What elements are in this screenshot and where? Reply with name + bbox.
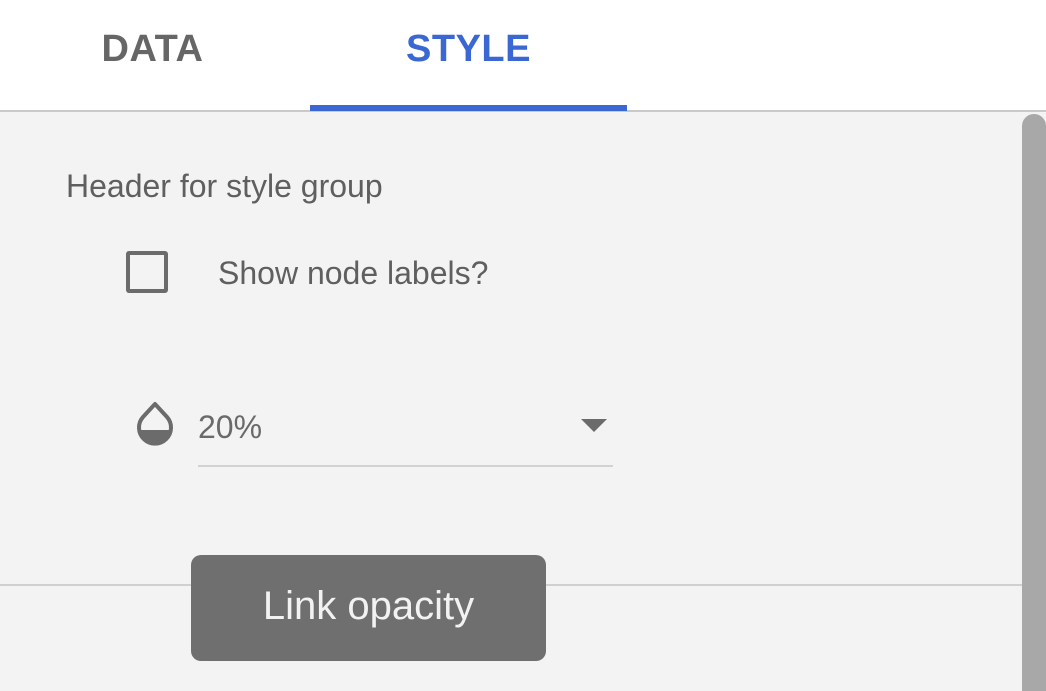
show-node-labels-label[interactable]: Show node labels? — [218, 255, 488, 292]
tab-style-label: STYLE — [406, 27, 531, 70]
style-group-header: Header for style group — [66, 168, 383, 204]
style-config-panel: DATA STYLE Header for style group Show n… — [0, 0, 1046, 691]
tab-style[interactable]: STYLE — [310, 0, 627, 110]
active-tab-indicator — [310, 105, 627, 111]
opacity-drop-icon — [137, 402, 173, 446]
tooltip-text: Link opacity — [262, 583, 475, 628]
show-node-labels-checkbox[interactable] — [126, 251, 168, 293]
tab-data[interactable]: DATA — [0, 0, 305, 110]
select-underline — [198, 465, 613, 467]
tab-data-label: DATA — [101, 27, 204, 70]
dropdown-arrow-icon[interactable] — [581, 419, 607, 432]
tooltip: Link opacity — [191, 555, 546, 661]
scrollbar-thumb[interactable] — [1022, 114, 1046, 691]
link-opacity-value: 20% — [198, 409, 263, 445]
tab-bar: DATA STYLE — [0, 0, 1046, 112]
